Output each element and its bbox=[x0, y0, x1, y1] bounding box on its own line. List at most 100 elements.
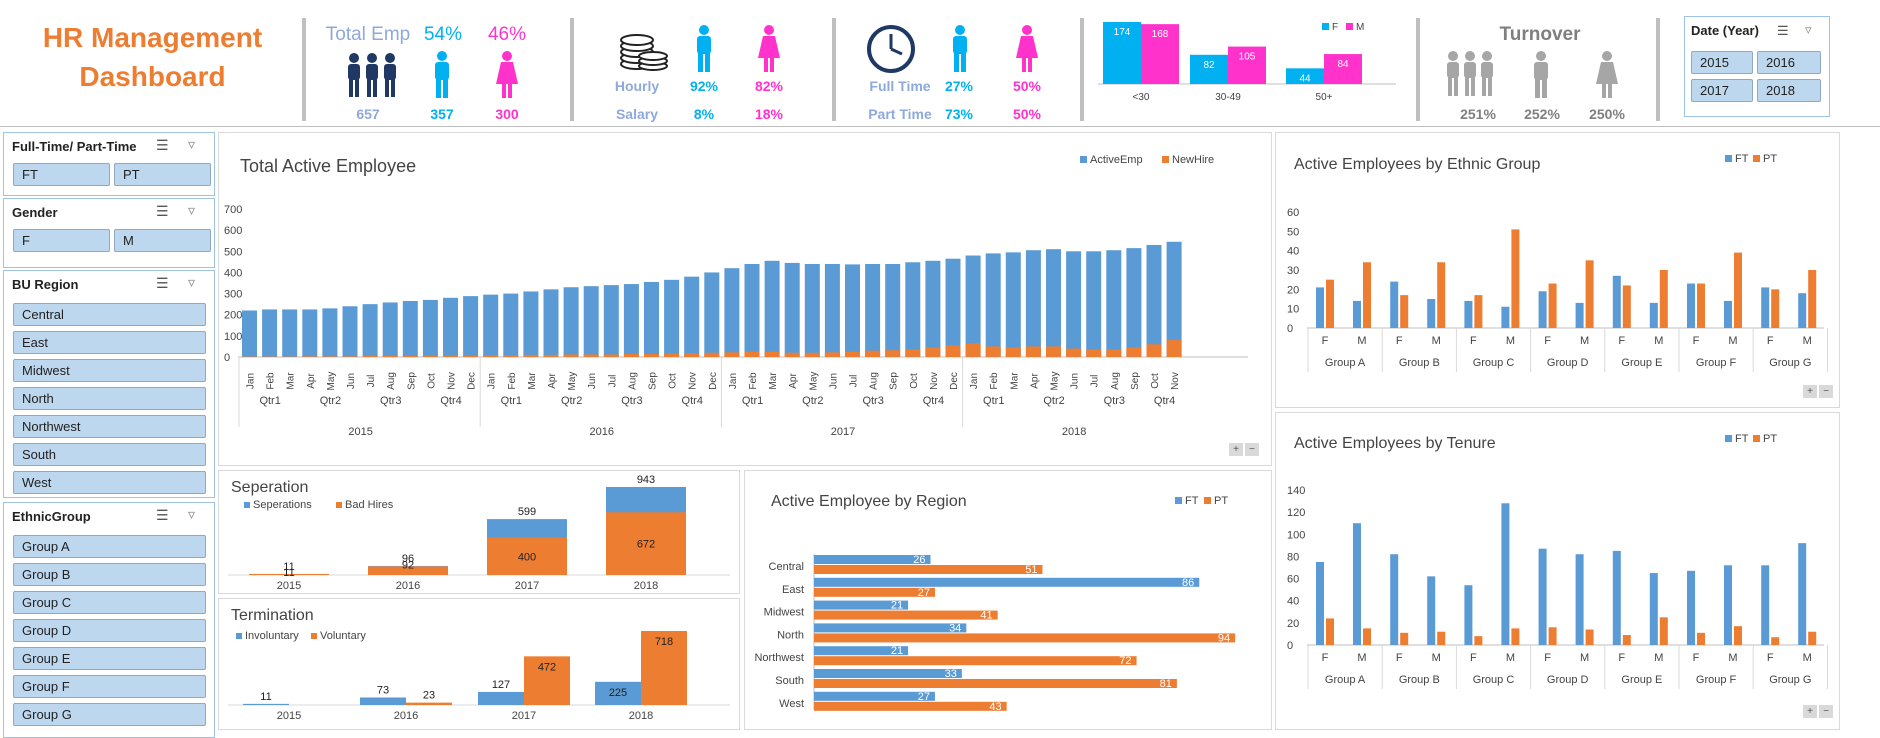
quarter-label: Qtr1 bbox=[742, 395, 763, 407]
group-e-button[interactable]: Group E bbox=[13, 647, 206, 670]
total-emp-label: Total Emp bbox=[325, 24, 411, 45]
data-label: 599 bbox=[518, 506, 536, 518]
clear-filter-icon[interactable]: ▿ bbox=[188, 506, 195, 523]
quarter-label: Qtr2 bbox=[1043, 395, 1064, 407]
ft-button[interactable]: FT bbox=[13, 163, 110, 186]
month-label: Apr bbox=[1029, 373, 1040, 389]
year-2018-button[interactable]: 2018 bbox=[1757, 79, 1821, 102]
region-east-button[interactable]: East bbox=[13, 331, 206, 354]
legend-swatch bbox=[1175, 497, 1182, 504]
bar-ft bbox=[1353, 523, 1361, 645]
group-label: Group C bbox=[1473, 674, 1515, 686]
bar-pt bbox=[1808, 270, 1817, 328]
bar-label: 174 bbox=[1114, 27, 1131, 38]
multi-select-icon[interactable]: ☰ bbox=[156, 507, 169, 524]
group-g-button[interactable]: Group G bbox=[13, 703, 206, 726]
bar-newhire bbox=[945, 345, 961, 357]
male-pct: 54% bbox=[423, 24, 463, 45]
y-tick-label: 20 bbox=[1287, 284, 1299, 296]
bar-pt bbox=[1511, 628, 1520, 645]
multi-select-icon[interactable]: ☰ bbox=[156, 203, 169, 220]
group-label: Group G bbox=[1769, 357, 1811, 369]
bar-pt bbox=[1771, 637, 1780, 645]
gender-m-button[interactable]: M bbox=[114, 229, 211, 252]
region-north-button[interactable]: North bbox=[13, 387, 206, 410]
sub-label: F bbox=[1618, 335, 1625, 347]
year-2017-button[interactable]: 2017 bbox=[1691, 79, 1753, 102]
group-f-button[interactable]: Group F bbox=[13, 675, 206, 698]
bar-ft bbox=[1501, 306, 1510, 328]
group-label: Group G bbox=[1769, 674, 1811, 686]
month-label: Aug bbox=[1110, 372, 1121, 390]
gender-f-button[interactable]: F bbox=[13, 229, 110, 252]
bar-pt bbox=[1437, 631, 1446, 645]
bar-active bbox=[744, 263, 760, 357]
bar-newhire bbox=[985, 346, 1001, 357]
bar-pt bbox=[1734, 252, 1742, 328]
bar-newhire bbox=[644, 354, 659, 357]
clear-filter-icon[interactable]: ▿ bbox=[188, 136, 195, 153]
month-label: Aug bbox=[386, 372, 397, 390]
sub-label: F bbox=[1396, 335, 1403, 347]
pt-button[interactable]: PT bbox=[114, 163, 211, 186]
bar-ft bbox=[1649, 302, 1658, 328]
region-central-button[interactable]: Central bbox=[13, 303, 206, 326]
group-label: Group A bbox=[1325, 674, 1366, 686]
bar-active bbox=[382, 302, 398, 357]
bar-ft bbox=[814, 577, 1200, 587]
region-south-button[interactable]: South bbox=[13, 443, 206, 466]
y-tick-label: 30 bbox=[1287, 265, 1299, 277]
bar-active bbox=[342, 306, 358, 357]
multi-select-icon[interactable]: ☰ bbox=[1777, 23, 1789, 39]
bar-newhire bbox=[623, 354, 639, 357]
clear-filter-icon[interactable]: ▿ bbox=[188, 202, 195, 219]
year-2016-button[interactable]: 2016 bbox=[1757, 51, 1821, 74]
group-label: Group E bbox=[1621, 674, 1662, 686]
group-a-button[interactable]: Group A bbox=[13, 535, 206, 558]
month-label: May bbox=[326, 372, 337, 391]
bar-pt bbox=[1326, 279, 1334, 328]
multi-select-icon[interactable]: ☰ bbox=[156, 275, 169, 292]
bar-pt bbox=[1734, 626, 1742, 645]
group-people-icon bbox=[1447, 51, 1493, 96]
month-label: Jun bbox=[828, 373, 839, 389]
data-label: 34 bbox=[949, 622, 961, 634]
fulltime-male: 27% bbox=[944, 78, 974, 94]
data-label: 33 bbox=[945, 668, 957, 680]
month-label: Apr bbox=[306, 373, 317, 389]
bar-active bbox=[764, 260, 780, 357]
divider bbox=[1416, 18, 1420, 121]
month-label: Dec bbox=[467, 372, 478, 390]
group-d-button[interactable]: Group D bbox=[13, 619, 206, 642]
clear-filter-icon[interactable]: ▿ bbox=[188, 274, 195, 291]
bar-ft bbox=[1649, 573, 1658, 645]
title-line-1: HR Management bbox=[42, 22, 263, 53]
bar-label: 105 bbox=[1239, 52, 1256, 63]
group-b-button[interactable]: Group B bbox=[13, 563, 206, 586]
bar-newhire bbox=[905, 349, 921, 357]
region-northwest-button[interactable]: Northwest bbox=[13, 415, 206, 438]
ethnic-chart: FT PT 0 10 20 30 40 50 60 F M Group A F M Group B F M Gro… bbox=[1287, 153, 1828, 372]
legend-swatch-f bbox=[1322, 23, 1329, 30]
bar-active bbox=[1126, 248, 1142, 357]
clear-filter-icon[interactable]: ▿ bbox=[1805, 22, 1812, 38]
fulltime-label: Full Time bbox=[869, 78, 931, 94]
y-tick-label: 500 bbox=[224, 246, 242, 258]
month-label: Oct bbox=[426, 373, 437, 389]
bar-voluntary bbox=[406, 702, 452, 705]
group-c-button[interactable]: Group C bbox=[13, 591, 206, 614]
y-tick-label: 20 bbox=[1287, 618, 1299, 630]
bar-newhire bbox=[483, 355, 499, 357]
multi-select-icon[interactable]: ☰ bbox=[156, 137, 169, 154]
date-year-slicer: Date (Year) ☰ ▿ 2015 2016 2017 2018 bbox=[1684, 16, 1830, 117]
bar-newhire bbox=[523, 354, 539, 357]
year-2015-button[interactable]: 2015 bbox=[1691, 51, 1753, 74]
region-west-button[interactable]: West bbox=[13, 471, 206, 494]
month-label: Jun bbox=[1070, 373, 1081, 389]
bar-pt bbox=[814, 610, 998, 620]
region-midwest-button[interactable]: Midwest bbox=[13, 359, 206, 382]
category-label: <30 bbox=[1133, 92, 1150, 103]
y-tick-label: 60 bbox=[1287, 207, 1299, 219]
bar-active bbox=[905, 262, 921, 357]
quarter-label: Qtr2 bbox=[320, 395, 341, 407]
